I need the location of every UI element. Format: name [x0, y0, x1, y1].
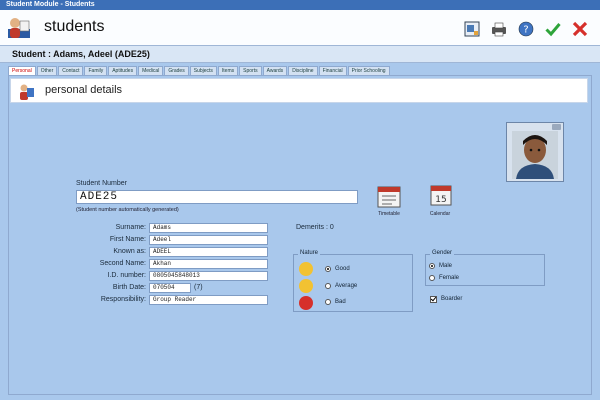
age-value: (7) — [194, 284, 203, 291]
section-header: personal details — [10, 78, 588, 103]
close-icon[interactable] — [570, 19, 590, 39]
gender-title: Gender — [430, 250, 455, 256]
birth-date-field[interactable]: 070504 — [149, 283, 191, 293]
tab-prior-schooling[interactable]: Prior Schooling — [347, 66, 390, 75]
nature-bad-radio[interactable] — [325, 299, 331, 305]
boarder-checkbox[interactable] — [430, 296, 437, 303]
report-icon[interactable] — [462, 19, 482, 39]
tab-discipline[interactable]: Discipline — [288, 66, 318, 75]
tab-other[interactable]: Other — [36, 66, 58, 75]
birth-date-label: Birth Date: — [112, 284, 146, 291]
tab-personal[interactable]: Personal — [8, 66, 36, 75]
nature-bad-label[interactable]: Bad — [335, 299, 346, 305]
tab-items[interactable]: Items — [217, 66, 239, 75]
nature-title: Nature — [298, 250, 321, 256]
svg-text:?: ? — [523, 25, 528, 36]
gender-female-label[interactable]: Female — [439, 275, 459, 281]
responsibility-label: Responsibility: — [100, 296, 146, 303]
gender-male-label[interactable]: Male — [439, 263, 452, 269]
calendar-label[interactable]: Calendar — [425, 211, 455, 217]
photo-close-icon[interactable] — [552, 124, 561, 130]
student-photo-image — [512, 131, 558, 179]
tab-subjects[interactable]: Subjects — [189, 66, 217, 75]
student-number-hint: (Student number automatically generated) — [76, 207, 179, 213]
nature-good-radio[interactable] — [325, 266, 331, 272]
gender-female-radio[interactable] — [429, 275, 435, 281]
tab-aptitudes[interactable]: Aptitudes — [108, 66, 138, 75]
timetable-icon[interactable] — [376, 184, 402, 210]
neutral-face-icon — [299, 279, 313, 293]
student-heading: Student : Adams, Adeel (ADE25) — [0, 46, 600, 63]
boarder-label[interactable]: Boarder — [441, 296, 462, 302]
responsibility-field[interactable]: Group Reader — [149, 295, 268, 305]
happy-face-icon — [299, 262, 313, 276]
nature-average-label[interactable]: Average — [335, 283, 357, 289]
app-header: students ? — [0, 10, 600, 46]
toolbar: ? — [462, 19, 590, 39]
gender-male-radio[interactable] — [429, 263, 435, 269]
nature-good-label[interactable]: Good — [335, 266, 350, 272]
window-title: Student Module - Students — [0, 0, 600, 10]
second-name-label: Second Name: — [99, 260, 146, 267]
surname-label: Surname: — [115, 224, 146, 231]
help-icon[interactable]: ? — [516, 19, 536, 39]
tab-bar: Personal Other Contact Family Aptitudes … — [8, 66, 598, 75]
tab-family[interactable]: Family — [84, 66, 108, 75]
svg-text:15: 15 — [435, 195, 446, 205]
known-as-field[interactable]: ADEEL — [149, 247, 268, 257]
id-number-label: I.D. number: — [107, 272, 146, 279]
first-name-field[interactable]: Adeel — [149, 235, 268, 245]
first-name-label: First Name: — [109, 236, 146, 243]
demerits-text: Demerits : 0 — [296, 224, 334, 231]
tab-sports[interactable]: Sports — [239, 66, 262, 75]
angry-face-icon — [299, 296, 313, 310]
tab-contact[interactable]: Contact — [58, 66, 84, 75]
print-icon[interactable] — [489, 19, 509, 39]
student-photo[interactable] — [506, 122, 564, 182]
student-icon — [20, 84, 34, 100]
app-title: students — [44, 18, 105, 35]
student-number-field[interactable]: ADE25 — [76, 190, 358, 204]
id-number-field[interactable]: 0805045848013 — [149, 271, 268, 281]
tab-financial[interactable]: Financial — [318, 66, 347, 75]
timetable-label[interactable]: Timetable — [374, 211, 404, 217]
surname-field[interactable]: Adams — [149, 223, 268, 233]
student-number-label: Student Number — [76, 180, 127, 187]
tab-medical[interactable]: Medical — [138, 66, 164, 75]
students-icon — [8, 18, 30, 38]
calendar-icon[interactable]: 15 — [428, 182, 454, 208]
tab-grades[interactable]: Grades — [164, 66, 189, 75]
tab-awards[interactable]: Awards — [262, 66, 288, 75]
second-name-field[interactable]: Akhan — [149, 259, 268, 269]
confirm-check-icon[interactable] — [543, 19, 563, 39]
known-as-label: Known as: — [113, 248, 146, 255]
nature-average-radio[interactable] — [325, 283, 331, 289]
gender-group — [425, 254, 545, 286]
section-title: personal details — [45, 84, 123, 96]
tab-panel — [8, 75, 592, 395]
